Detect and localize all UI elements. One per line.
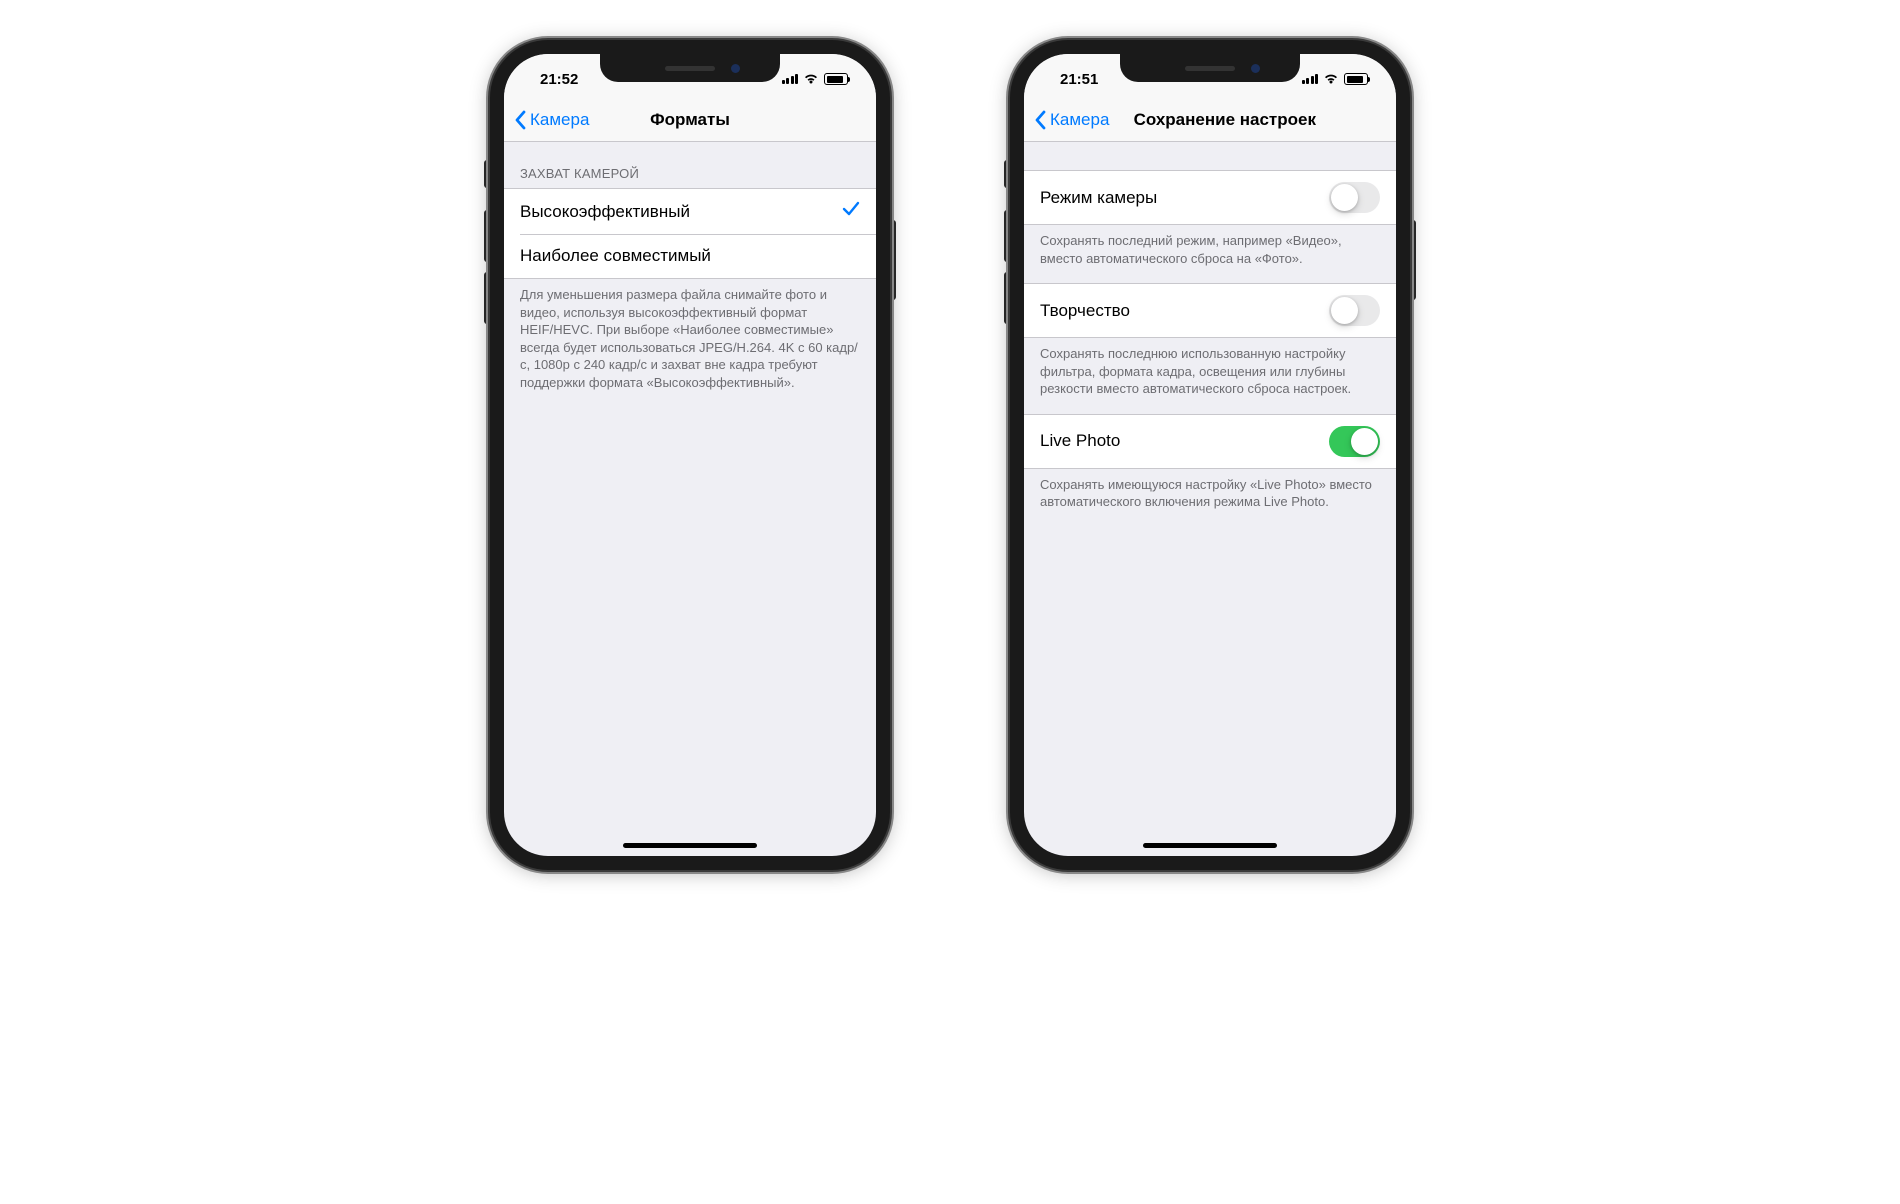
row-label: Творчество [1040, 301, 1130, 321]
chevron-left-icon [514, 110, 526, 130]
section-footer: Сохранять имеющуюся настройку «Live Phot… [1024, 469, 1396, 527]
notch [600, 54, 780, 82]
section-footer: Для уменьшения размера файла снимайте фо… [504, 279, 876, 407]
back-label: Камера [1050, 110, 1109, 130]
wifi-icon [1323, 73, 1339, 85]
page-title: Форматы [650, 110, 730, 130]
chevron-left-icon [1034, 110, 1046, 130]
checkmark-icon [842, 200, 860, 223]
power-button[interactable] [1410, 220, 1416, 300]
battery-icon [1344, 73, 1368, 85]
notch [1120, 54, 1300, 82]
nav-bar: Камера Сохранение настроек [1024, 98, 1396, 142]
phone-right: 21:51 Камера Сохранение настроек [1010, 40, 1410, 870]
row-label: Наиболее совместимый [520, 246, 711, 266]
home-indicator[interactable] [623, 843, 757, 848]
back-button[interactable]: Камера [1034, 110, 1109, 130]
section-footer: Сохранять последнюю использованную настр… [1024, 338, 1396, 414]
cellular-icon [782, 74, 799, 84]
live-photo-switch[interactable] [1329, 426, 1380, 457]
phone-left: 21:52 Камера Форматы ЗАХВАТ КАМЕРОЙ [490, 40, 890, 870]
camera-mode-switch[interactable] [1329, 182, 1380, 213]
creative-switch[interactable] [1329, 295, 1380, 326]
wifi-icon [803, 73, 819, 85]
section-footer: Сохранять последний режим, например «Вид… [1024, 225, 1396, 283]
home-indicator[interactable] [1143, 843, 1277, 848]
row-label: Высокоэффективный [520, 202, 690, 222]
row-label: Live Photo [1040, 431, 1120, 451]
page-title: Сохранение настроек [1134, 110, 1316, 130]
formats-list: Высокоэффективный Наиболее совместимый [504, 188, 876, 279]
battery-icon [824, 73, 848, 85]
power-button[interactable] [890, 220, 896, 300]
status-time: 21:51 [1046, 65, 1098, 88]
camera-mode-row[interactable]: Режим камеры [1024, 171, 1396, 224]
live-photo-row[interactable]: Live Photo [1024, 415, 1396, 468]
creative-row[interactable]: Творчество [1024, 284, 1396, 337]
format-high-efficiency-row[interactable]: Высокоэффективный [504, 189, 876, 234]
row-label: Режим камеры [1040, 188, 1157, 208]
cellular-icon [1302, 74, 1319, 84]
format-most-compatible-row[interactable]: Наиболее совместимый [504, 234, 876, 278]
nav-bar: Камера Форматы [504, 98, 876, 142]
status-time: 21:52 [526, 65, 578, 88]
section-header: ЗАХВАТ КАМЕРОЙ [504, 142, 876, 188]
back-button[interactable]: Камера [514, 110, 589, 130]
back-label: Камера [530, 110, 589, 130]
